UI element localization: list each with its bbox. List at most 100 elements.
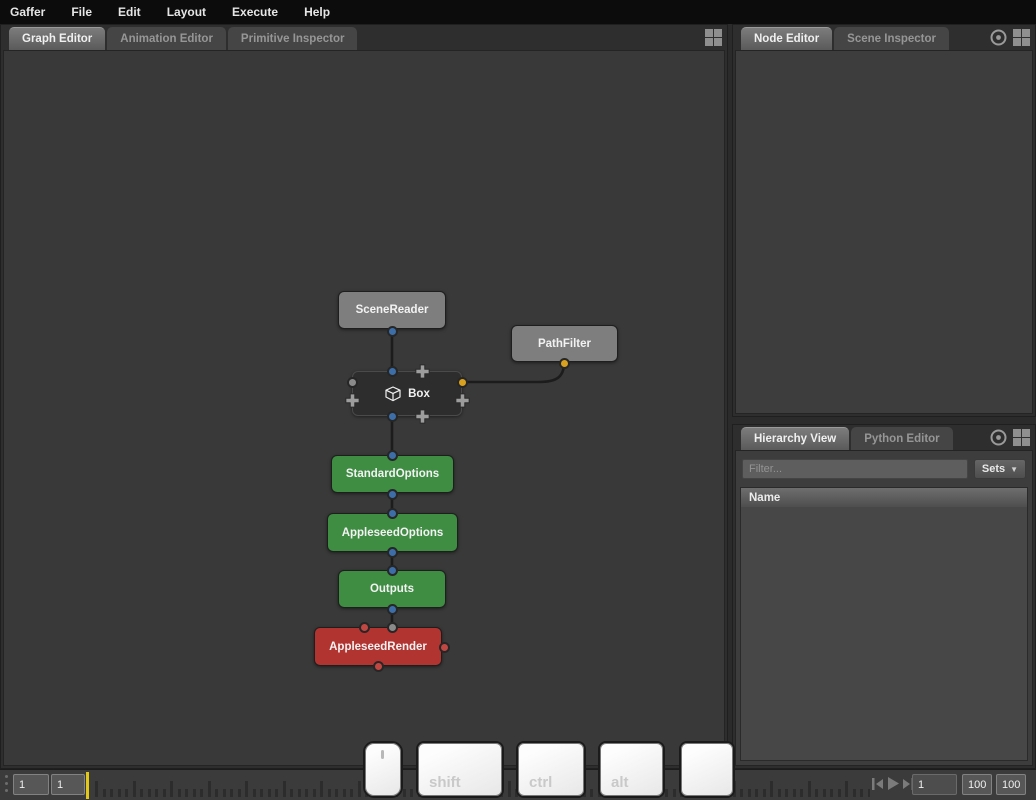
- node-standardoptions[interactable]: StandardOptions: [331, 455, 454, 493]
- blue-plug-dot[interactable]: [386, 365, 398, 377]
- layout-grid-icon[interactable]: [1012, 428, 1031, 452]
- ruler-tick: [192, 789, 196, 797]
- ruler-tick: [185, 789, 188, 797]
- ruler-tick: [267, 789, 271, 797]
- pin-target-icon[interactable]: [989, 428, 1008, 452]
- expand-plug-plus-icon[interactable]: [414, 363, 430, 379]
- tabbar-icons: [989, 428, 1031, 452]
- ruler-tick: [867, 789, 870, 797]
- tab-node-editor[interactable]: Node Editor: [741, 27, 833, 50]
- tab-hierarchy-view[interactable]: Hierarchy View: [741, 427, 850, 450]
- node-outputs[interactable]: Outputs: [338, 570, 446, 608]
- tab-graph-editor[interactable]: Graph Editor: [9, 27, 106, 50]
- tab-primitive-inspector[interactable]: Primitive Inspector: [227, 27, 358, 50]
- playback-end-field[interactable]: 100: [962, 774, 992, 795]
- ruler-tick: [852, 789, 856, 797]
- menu-item-gaffer[interactable]: Gaffer: [10, 5, 45, 19]
- ruler-tick: [140, 789, 143, 797]
- ruler-tick: [95, 781, 98, 797]
- orange-plug-dot[interactable]: [456, 376, 468, 388]
- keyboard-key-alt: alt: [598, 741, 665, 798]
- node-scenereader[interactable]: SceneReader: [338, 291, 446, 329]
- filter-input[interactable]: [742, 459, 968, 479]
- expand-plug-plus-icon[interactable]: [344, 392, 360, 408]
- red-plug-dot[interactable]: [358, 621, 370, 633]
- red-plug-dot[interactable]: [438, 641, 450, 653]
- menu-item-help[interactable]: Help: [304, 5, 330, 19]
- blue-plug-dot[interactable]: [386, 449, 398, 461]
- blue-plug-dot[interactable]: [386, 410, 398, 422]
- current-frame-field[interactable]: 1: [13, 774, 49, 795]
- graph-editor-canvas[interactable]: SceneReader PathFilter Box StandardOptions A…: [3, 50, 725, 766]
- ruler-tick: [147, 789, 151, 797]
- hierarchy-view-content: Sets ▼ Name: [735, 450, 1033, 766]
- ruler-tick: [275, 789, 278, 797]
- drag-handle[interactable]: [5, 775, 8, 792]
- expand-plug-plus-icon[interactable]: [454, 392, 470, 408]
- ruler-tick: [350, 789, 353, 797]
- tab-scene-inspector[interactable]: Scene Inspector: [834, 27, 950, 50]
- blue-plug-dot[interactable]: [386, 325, 398, 337]
- ruler-tick: [290, 789, 293, 797]
- tabs: Node Editor Scene Inspector: [741, 25, 951, 50]
- node-box[interactable]: Box: [352, 371, 462, 416]
- tab-label: Scene Inspector: [847, 32, 937, 45]
- graph-editor-tabbar: Graph Editor Animation Editor Primitive In…: [1, 25, 727, 50]
- hierarchy-list[interactable]: [740, 507, 1028, 761]
- tab-python-editor[interactable]: Python Editor: [851, 427, 953, 450]
- orange-plug-dot[interactable]: [558, 357, 570, 369]
- ruler-tick: [125, 789, 128, 797]
- playback-start-field[interactable]: 1: [912, 774, 957, 795]
- hierarchy-view-panel: Hierarchy View Python Editor Sets ▼ Name: [732, 424, 1036, 769]
- ruler-tick: [747, 789, 751, 797]
- frame-range-end-field[interactable]: 100: [996, 774, 1026, 795]
- ruler-tick: [162, 789, 166, 797]
- ruler-tick: [402, 789, 406, 797]
- menu-item-file[interactable]: File: [71, 5, 92, 19]
- menu-item-edit[interactable]: Edit: [118, 5, 141, 19]
- keyboard-key-shift: shift: [416, 741, 504, 798]
- ruler-tick: [117, 789, 121, 797]
- ruler-tick: [282, 781, 286, 797]
- ruler-tick: [327, 789, 331, 797]
- sets-dropdown-button[interactable]: Sets ▼: [974, 459, 1026, 479]
- node-pathfilter[interactable]: PathFilter: [511, 325, 618, 362]
- skip-to-start-button[interactable]: [872, 777, 884, 795]
- connection-edge[interactable]: [465, 362, 566, 384]
- blue-plug-dot[interactable]: [386, 564, 398, 576]
- ruler-tick: [770, 781, 773, 797]
- layout-grid-icon[interactable]: [1012, 28, 1031, 52]
- menu-item-layout[interactable]: Layout: [167, 5, 206, 19]
- blue-plug-dot[interactable]: [386, 507, 398, 519]
- node-label: AppleseedRender: [329, 640, 427, 653]
- pin-target-icon[interactable]: [989, 28, 1008, 52]
- tab-animation-editor[interactable]: Animation Editor: [107, 27, 226, 50]
- tab-label: Graph Editor: [22, 33, 93, 45]
- tab-label: Animation Editor: [120, 32, 213, 45]
- frame-field[interactable]: 1: [51, 774, 85, 795]
- tabbar-icons: [704, 28, 723, 52]
- menu-item-execute[interactable]: Execute: [232, 5, 278, 19]
- cube-icon: [385, 385, 401, 401]
- ruler-tick: [785, 789, 788, 797]
- playhead-marker[interactable]: [86, 772, 89, 799]
- ruler-tick: [860, 789, 863, 797]
- tab-label: Hierarchy View: [754, 433, 837, 445]
- node-editor-tabbar: Node Editor Scene Inspector: [733, 25, 1035, 50]
- gray-plug-dot[interactable]: [386, 621, 398, 633]
- layout-grid-icon[interactable]: [704, 28, 723, 52]
- mouse-wheel-icon: [381, 750, 384, 759]
- red-plug-dot[interactable]: [372, 660, 384, 672]
- ruler-tick: [207, 781, 211, 797]
- node-editor-panel: Node Editor Scene Inspector: [732, 24, 1036, 417]
- name-column-header[interactable]: Name: [740, 487, 1028, 508]
- blue-plug-dot[interactable]: [386, 488, 398, 500]
- expand-plug-plus-icon[interactable]: [414, 408, 430, 424]
- filter-row: Sets ▼: [742, 459, 1026, 479]
- sets-label: Sets: [981, 463, 1006, 475]
- tab-label: Node Editor: [754, 33, 820, 45]
- blue-plug-dot[interactable]: [386, 546, 398, 558]
- play-button[interactable]: [887, 777, 900, 795]
- blue-plug-dot[interactable]: [386, 603, 398, 615]
- gray-plug-dot[interactable]: [346, 376, 358, 388]
